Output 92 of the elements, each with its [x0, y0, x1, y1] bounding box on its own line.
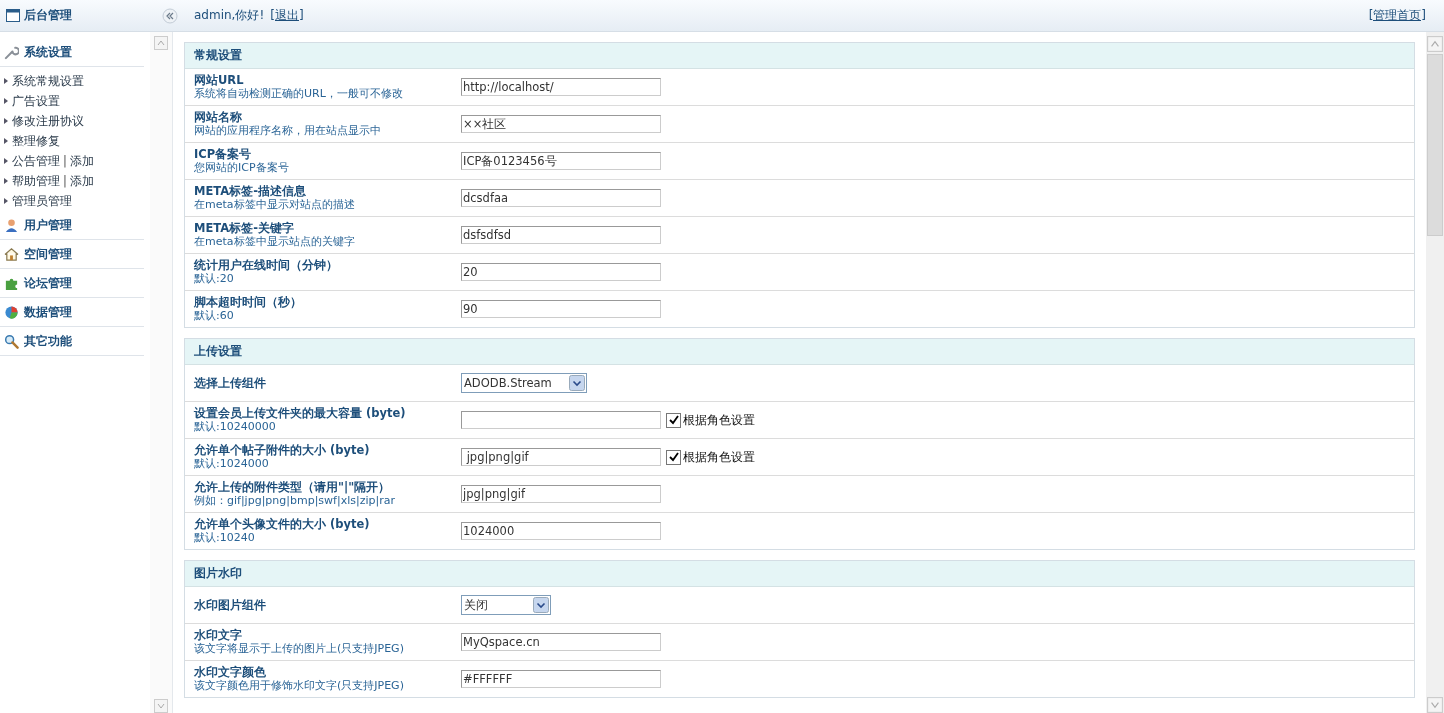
section-title: 图片水印	[185, 561, 1414, 587]
sidebar-group-header[interactable]: 用户管理	[0, 211, 144, 240]
setting-hint: 该文字颜色用于修饰水印文字(只支持JPEG)	[194, 679, 405, 693]
sidebar-link[interactable]: 添加	[69, 173, 94, 189]
setting-label: 水印文字	[194, 628, 243, 642]
text-field[interactable]	[461, 411, 661, 429]
search-icon	[4, 333, 19, 349]
sidebar-group-header[interactable]: 空间管理	[0, 240, 144, 269]
text-field[interactable]: 90	[461, 300, 661, 318]
dropdown[interactable]: 关闭	[461, 595, 551, 615]
setting-hint: 例如：gif|jpg|png|bmp|swf|xls|zip|rar	[194, 494, 396, 508]
checkbox-label: 根据角色设置	[683, 450, 755, 464]
scroll-up-icon[interactable]	[154, 36, 168, 50]
user-icon	[4, 217, 19, 233]
text-field[interactable]: http://localhost/	[461, 78, 661, 96]
setting-label: 网站名称	[194, 110, 243, 124]
setting-hint: 该文字将显示于上传的图片上(只支持JPEG)	[194, 642, 405, 656]
bullet-arrow-icon	[4, 198, 8, 204]
setting-hint: 默认:1024000	[194, 457, 270, 471]
setting-hint: 系统将自动检测正确的URL，一般可不修改	[194, 87, 404, 101]
dropdown[interactable]: ADODB.Stream	[461, 373, 587, 393]
setting-label: 设置会员上传文件夹的最大容量 (byte)	[194, 406, 407, 420]
sidebar-link[interactable]: 添加	[69, 153, 94, 169]
sidebar-group-header[interactable]: 其它功能	[0, 327, 144, 356]
setting-label: 选择上传组件	[194, 376, 267, 390]
bullet-arrow-icon	[4, 138, 8, 144]
section-title: 常规设置	[185, 43, 1414, 69]
setting-hint: 默认:20	[194, 272, 235, 286]
setting-label: 脚本超时时间（秒）	[194, 295, 303, 309]
text-field[interactable]: dcsdfaa	[461, 189, 661, 207]
sidebar-group-header[interactable]: 系统设置	[0, 38, 144, 67]
setting-label: 允许上传的附件类型（请用"|"隔开）	[194, 480, 392, 494]
bullet-arrow-icon	[4, 78, 8, 84]
setting-label: META标签-关键字	[194, 221, 295, 235]
collapse-icon[interactable]	[162, 7, 178, 24]
wrench-icon	[4, 44, 19, 60]
setting-label: 网站URL	[194, 73, 245, 87]
bullet-arrow-icon	[4, 158, 8, 164]
checkbox[interactable]	[666, 449, 681, 465]
bullet-arrow-icon	[4, 98, 8, 104]
setting-label: 允许单个头像文件的大小 (byte)	[194, 517, 371, 531]
logout-link[interactable]: [退出]	[270, 7, 304, 24]
setting-hint: 默认:60	[194, 309, 235, 323]
scroll-up-icon[interactable]	[1427, 36, 1443, 52]
sidebar-link[interactable]: 管理员管理	[12, 193, 72, 209]
setting-hint: 在meta标签中显示对站点的描述	[194, 198, 356, 212]
setting-label: 统计用户在线时间（分钟）	[194, 258, 339, 272]
text-field[interactable]: ××社区	[461, 115, 661, 133]
setting-hint: 网站的应用程序名称，用在站点显示中	[194, 124, 382, 138]
setting-hint: 在meta标签中显示站点的关键字	[194, 235, 356, 249]
setting-hint: 默认:10240	[194, 531, 256, 545]
sidebar-link[interactable]: 帮助管理	[12, 173, 60, 189]
text-field[interactable]: MyQspace.cn	[461, 633, 661, 651]
checkbox-label: 根据角色设置	[683, 413, 755, 427]
window-icon	[6, 9, 20, 22]
setting-label: 水印图片组件	[194, 598, 267, 612]
checkbox[interactable]	[666, 412, 681, 428]
bullet-arrow-icon	[4, 118, 8, 124]
text-field[interactable]: 1024000	[461, 522, 661, 540]
setting-label: 允许单个帖子附件的大小 (byte)	[194, 443, 371, 457]
bullet-arrow-icon	[4, 178, 8, 184]
scrollbar[interactable]	[1426, 32, 1444, 713]
setting-label: ICP备案号	[194, 147, 253, 161]
section-title: 上传设置	[185, 339, 1414, 365]
text-field[interactable]: #FFFFFF	[461, 670, 661, 688]
sidebar-group-header[interactable]: 数据管理	[0, 298, 144, 327]
sidebar-link[interactable]: 整理修复	[12, 133, 60, 149]
separator-text: |	[63, 174, 67, 188]
house-icon	[4, 246, 19, 262]
scroll-thumb[interactable]	[1427, 54, 1443, 236]
text-field[interactable]: 20	[461, 263, 661, 281]
setting-label: 水印文字颜色	[194, 665, 267, 679]
text-field[interactable]: ICP备0123456号	[461, 152, 661, 170]
sidebar-link[interactable]: 系统常规设置	[12, 73, 84, 89]
admin-home-link[interactable]: [管理首页]	[1368, 7, 1426, 24]
sidebar-link[interactable]: 广告设置	[12, 93, 60, 109]
admin-title: 后台管理	[24, 7, 72, 24]
greeting-text: admin,你好!	[194, 7, 265, 24]
pie-chart-icon	[4, 304, 19, 320]
scroll-down-icon[interactable]	[1427, 697, 1443, 713]
sidebar-group-header[interactable]: 论坛管理	[0, 269, 144, 298]
sidebar-link[interactable]: 公告管理	[12, 153, 60, 169]
text-field[interactable]: dsfsdfsd	[461, 226, 661, 244]
scroll-down-icon[interactable]	[154, 699, 168, 713]
setting-hint: 默认:10240000	[194, 420, 277, 434]
sidebar-link[interactable]: 修改注册协议	[12, 113, 84, 129]
sidebar-scrollbar[interactable]	[150, 32, 173, 713]
separator-text: |	[63, 154, 67, 168]
text-field[interactable]: jpg|png|gif	[461, 448, 661, 466]
text-field[interactable]: jpg|png|gif	[461, 485, 661, 503]
setting-hint: 您网站的ICP备案号	[194, 161, 290, 175]
setting-label: META标签-描述信息	[194, 184, 307, 198]
